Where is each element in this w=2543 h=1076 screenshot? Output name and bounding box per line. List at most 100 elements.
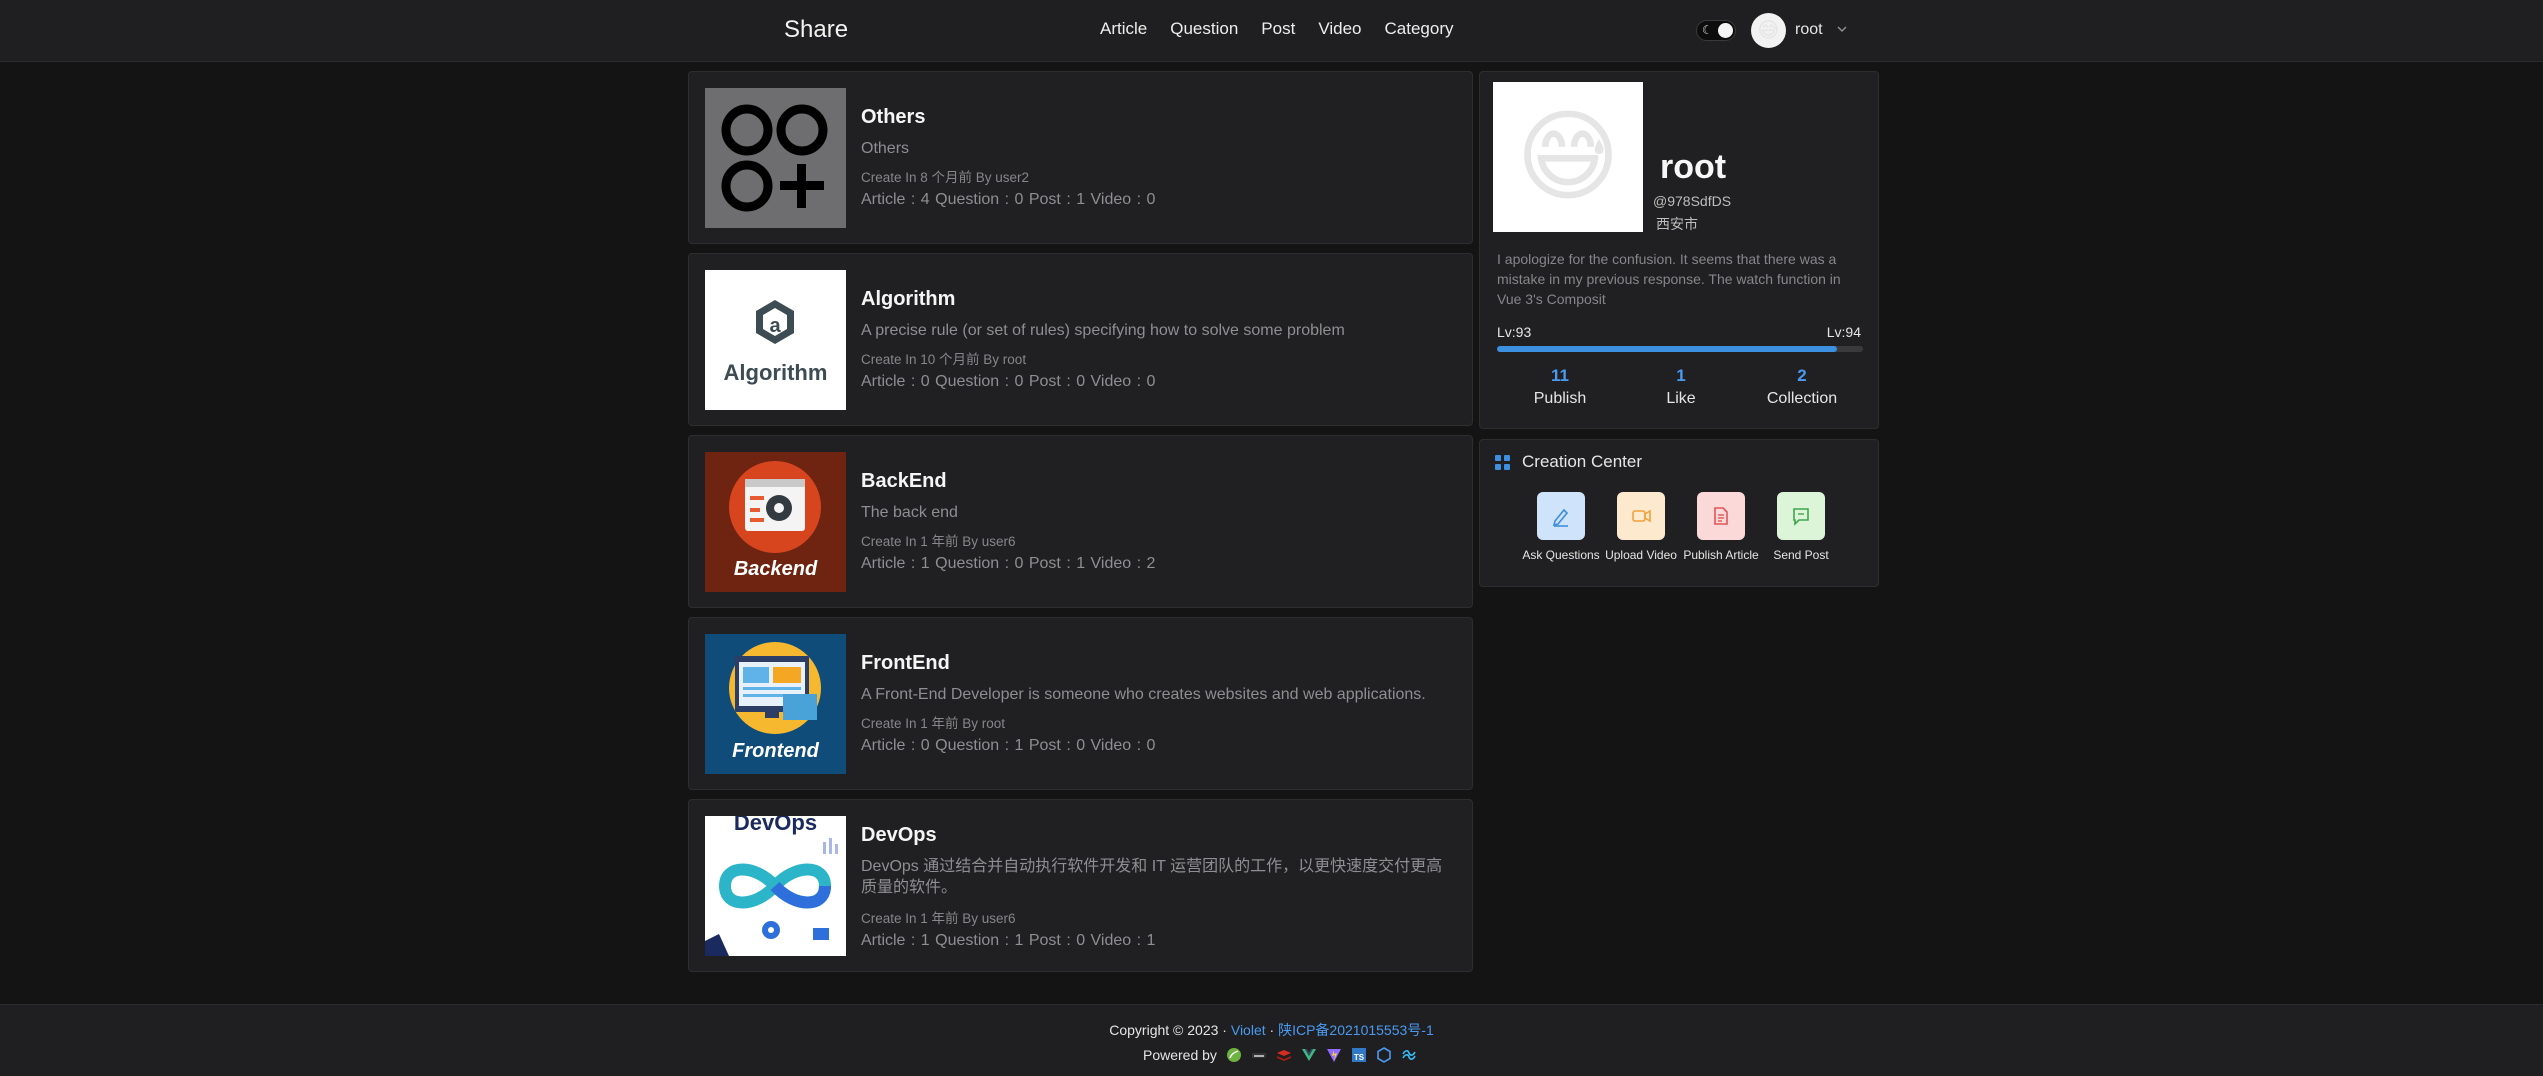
redis-icon[interactable] [1276,1047,1292,1063]
ask-questions-button[interactable]: Ask Questions [1516,492,1606,562]
frontend-logo-text: Frontend [732,740,819,762]
category-title[interactable]: FrontEnd [861,652,950,675]
category-card-frontend[interactable]: Frontend FrontEnd A Front-End Developer … [688,617,1473,790]
tool-label: Ask Questions [1522,548,1600,562]
category-desc: DevOps 通过结合并自动执行软件开发和 IT 运营团队的工作，以更快速度交付… [861,858,1443,896]
chat-icon [1777,492,1825,540]
backend-logo: Backend [705,452,846,592]
chevron-down-icon[interactable] [1835,22,1849,36]
moon-icon: ☾ [1702,23,1713,37]
category-card-devops[interactable]: DevOps DevOps DevOps 通过结合并自动执行软件开发和 IT 运… [688,799,1473,972]
profile-handle: @978SdfDS [1653,193,1732,209]
frontend-logo: Frontend [705,634,846,774]
toggle-knob [1718,23,1733,38]
nav-article[interactable]: Article [1100,19,1147,39]
creation-title: Creation Center [1522,452,1643,471]
stat-collection[interactable]: 2 Collection [1747,366,1857,408]
level-progress-bar [1497,346,1863,352]
pen-icon [1537,492,1585,540]
profile-card: 😅 root @978SdfDS 西安市 I apologize for the… [1479,71,1879,429]
category-desc: Others [861,140,910,157]
stat-like-count: 1 [1676,366,1686,385]
category-card-others[interactable]: Others Others Create In 8 个月前 By user2 A… [688,71,1473,244]
category-title[interactable]: Algorithm [861,288,955,311]
top-navbar: Share Article Question Post Video Catego… [0,0,2543,62]
profile-city: 西安市 [1656,216,1698,232]
mybatis-icon[interactable] [1251,1047,1267,1063]
stat-publish-label: Publish [1533,390,1587,407]
level-current: Lv:93 [1497,324,1532,340]
category-title[interactable]: BackEnd [861,470,947,493]
tool-label: Upload Video [1605,548,1677,562]
category-stats: Article : 4 Question : 0 Post : 1 Video … [861,191,1156,208]
nav-question[interactable]: Question [1170,19,1238,39]
upload-video-button[interactable]: Upload Video [1596,492,1686,562]
category-meta: Create In 1 年前 By root [861,716,1006,731]
document-icon [1697,492,1745,540]
creation-center: Creation Center Ask Questions Upload Vid… [1479,439,1879,587]
vite-icon[interactable] [1326,1047,1342,1063]
theme-toggle[interactable]: ☾ [1696,20,1736,41]
category-title[interactable]: DevOps [861,824,937,847]
stat-publish[interactable]: 11 Publish [1505,366,1615,408]
send-post-button[interactable]: Send Post [1756,492,1846,562]
svg-text:TS: TS [1354,1053,1365,1062]
level-progress-fill [1497,346,1838,352]
tool-label: Publish Article [1683,548,1759,562]
creation-header: Creation Center [1495,452,1642,472]
grid-icon [1495,454,1510,470]
stat-collection-label: Collection [1766,390,1838,407]
level-next: Lv:94 [1826,324,1861,340]
tool-label: Send Post [1773,548,1829,562]
category-desc: A precise rule (or set of rules) specify… [861,322,1345,339]
icp-link[interactable]: 陕ICP备2021015553号-1 [1278,1022,1434,1038]
category-meta: Create In 1 年前 By user6 [861,534,1016,549]
category-title[interactable]: Others [861,106,925,129]
powered-by-text: Powered by [1143,1047,1217,1063]
typescript-icon[interactable]: TS [1351,1047,1367,1063]
author-link[interactable]: Violet [1231,1022,1266,1038]
backend-logo-text: Backend [733,558,818,580]
devops-logo: DevOps [705,816,846,956]
category-stats: Article : 1 Question : 1 Post : 0 Video … [861,932,1156,949]
nav-category[interactable]: Category [1385,19,1454,39]
vue-icon[interactable] [1301,1047,1317,1063]
footer: Copyright © 2023 · Violet · 陕ICP备2021015… [0,1004,2543,1076]
category-stats: Article : 0 Question : 0 Post : 0 Video … [861,373,1156,390]
profile-name: root [1660,148,1727,186]
category-stats: Article : 0 Question : 1 Post : 0 Video … [861,737,1156,754]
stat-publish-count: 11 [1551,366,1569,385]
footer-copyright-line: Copyright © 2023 · Violet · 陕ICP备2021015… [0,1020,2543,1040]
category-meta: Create In 10 个月前 By root [861,352,1027,367]
profile-avatar[interactable]: 😅 [1493,82,1643,232]
stat-like[interactable]: 1 Like [1626,366,1736,408]
main-nav: Article Question Post Video Category [1100,19,1476,39]
publish-article-button[interactable]: Publish Article [1676,492,1766,562]
brand-logo[interactable]: Share [784,16,848,44]
category-card-backend[interactable]: Backend BackEnd The back end Create In 1… [688,435,1473,608]
spring-icon[interactable] [1226,1047,1242,1063]
algorithm-logo-text: Algorithm [723,360,828,385]
header-username[interactable]: root [1795,21,1823,39]
others-icon [705,88,846,228]
nav-video[interactable]: Video [1318,19,1361,39]
svg-text:a: a [769,315,781,337]
profile-bio: I apologize for the confusion. It seems … [1497,251,1841,307]
video-icon [1617,492,1665,540]
category-desc: The back end [861,504,958,521]
powered-by-line: Powered by TS [1143,1047,1417,1063]
category-stats: Article : 1 Question : 0 Post : 1 Video … [861,555,1156,572]
footer-separator: · [1265,1022,1279,1038]
stat-like-label: Like [1666,390,1696,407]
category-meta: Create In 8 个月前 By user2 [861,170,1030,185]
stat-collection-count: 2 [1797,366,1807,385]
copyright-text: Copyright © 2023 · [1109,1022,1231,1038]
header-avatar[interactable]: 😅 [1751,13,1786,48]
nav-post[interactable]: Post [1261,19,1295,39]
category-card-algorithm[interactable]: a Algorithm Algorithm A precise rule (or… [688,253,1473,426]
hexagon-icon[interactable] [1376,1047,1392,1063]
algorithm-logo: a Algorithm [705,270,846,410]
tailwind-icon[interactable] [1401,1047,1417,1063]
category-desc: A Front-End Developer is someone who cre… [861,686,1426,703]
category-meta: Create In 1 年前 By user6 [861,911,1016,926]
